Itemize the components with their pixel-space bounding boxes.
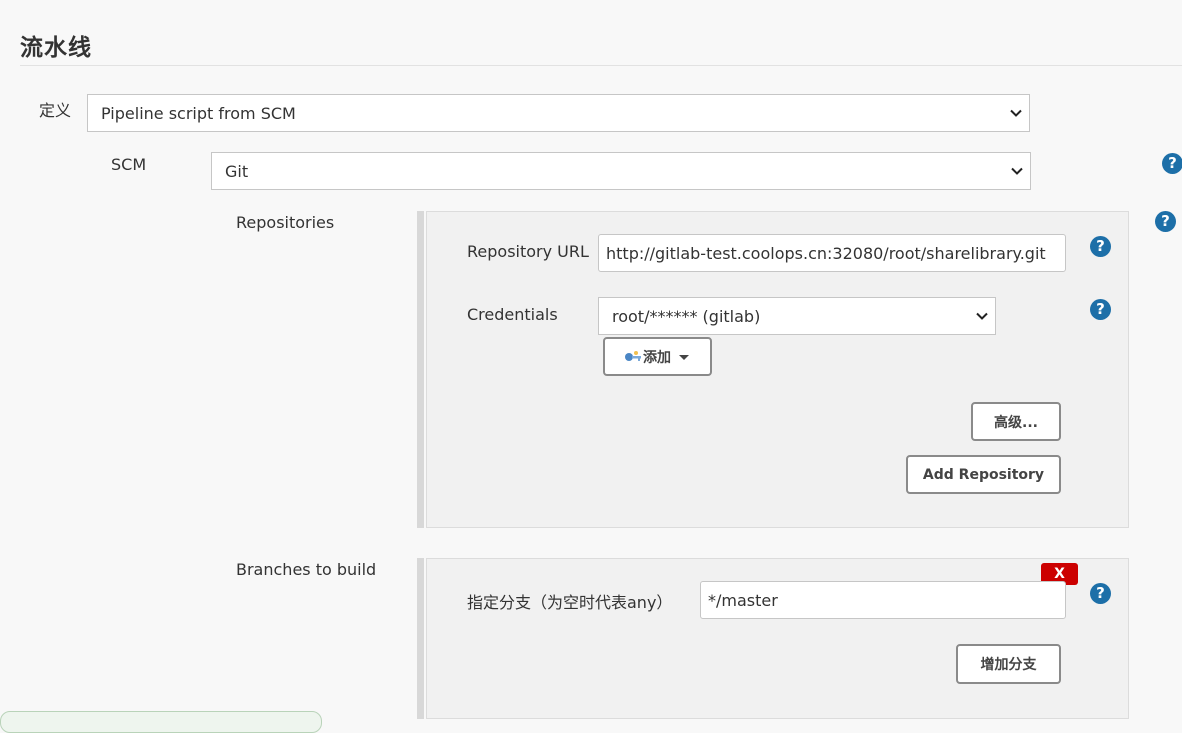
chevron-down-icon — [1010, 109, 1022, 117]
help-icon[interactable]: ? — [1090, 299, 1111, 320]
help-icon[interactable]: ? — [1090, 583, 1111, 604]
repositories-panel-bar — [417, 211, 424, 528]
chevron-down-icon — [1011, 167, 1023, 175]
add-repository-button[interactable]: Add Repository — [906, 455, 1061, 494]
chevron-down-icon — [976, 312, 988, 320]
repository-url-input[interactable]: http://gitlab-test.coolops.cn:32080/root… — [598, 234, 1066, 272]
add-branch-button[interactable]: 增加分支 — [956, 644, 1061, 684]
help-icon[interactable]: ? — [1162, 153, 1182, 174]
scm-select[interactable]: Git — [211, 152, 1031, 190]
branch-specifier-input[interactable]: */master — [700, 581, 1066, 619]
branch-specifier-label: 指定分支（为空时代表any） — [467, 593, 673, 612]
help-icon[interactable]: ? — [1090, 236, 1111, 257]
section-divider — [20, 65, 1182, 66]
repositories-label: Repositories — [236, 213, 335, 232]
credentials-select[interactable]: root/****** (gitlab) — [598, 297, 996, 335]
credentials-value: root/****** (gitlab) — [612, 306, 761, 326]
branches-label: Branches to build — [236, 560, 377, 579]
add-credentials-label: 添加 — [643, 349, 671, 366]
definition-value: Pipeline script from SCM — [101, 103, 296, 123]
help-icon[interactable]: ? — [1155, 211, 1176, 232]
chevron-down-icon — [679, 354, 689, 360]
bottom-notification-bar — [0, 711, 322, 733]
repository-url-label: Repository URL — [467, 242, 589, 261]
add-credentials-button[interactable]: 添加 — [603, 337, 712, 376]
advanced-button[interactable]: 高级... — [971, 402, 1061, 441]
credentials-label: Credentials — [467, 305, 558, 324]
scm-value: Git — [225, 161, 249, 181]
scm-label: SCM — [111, 155, 147, 174]
definition-label: 定义 — [39, 101, 72, 120]
branches-panel-bar — [417, 558, 424, 719]
key-icon — [625, 350, 641, 361]
section-title: 流水线 — [20, 35, 92, 61]
definition-select[interactable]: Pipeline script from SCM — [87, 94, 1030, 132]
